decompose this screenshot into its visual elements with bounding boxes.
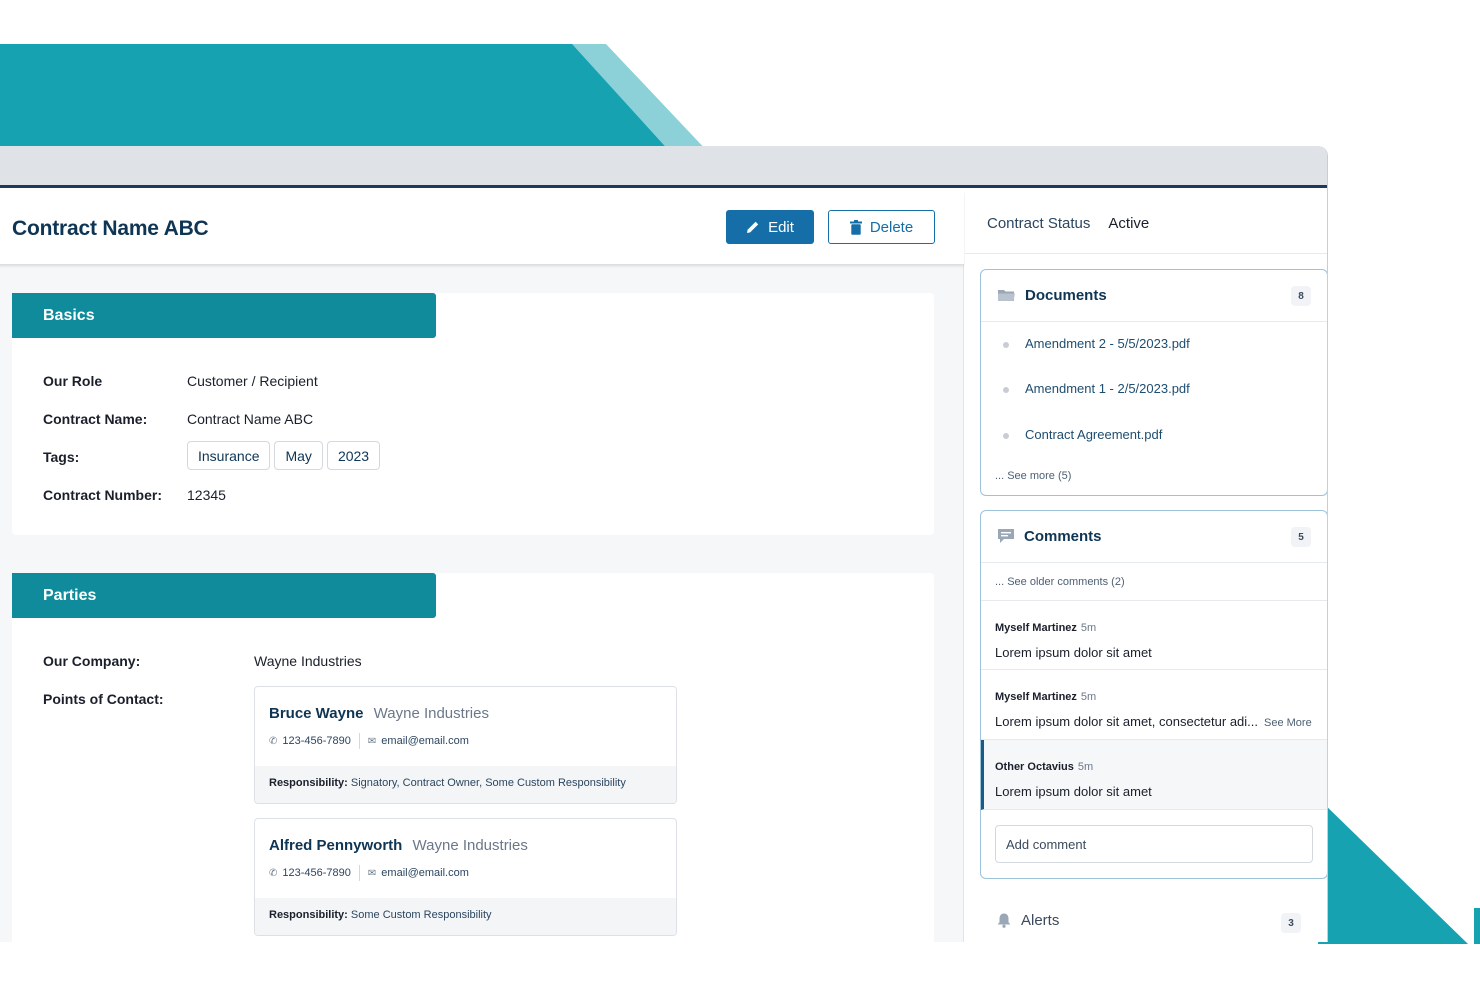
- contract-status-value: Active: [1108, 215, 1150, 232]
- comment-body: Lorem ipsum dolor sit amet: [995, 784, 1152, 799]
- page-title: Contract Name ABC: [12, 217, 209, 240]
- contact-phone[interactable]: 123-456-7890: [282, 867, 351, 879]
- comment-body: Lorem ipsum dolor sit amet: [995, 645, 1152, 660]
- our-role-value: Customer / Recipient: [187, 373, 318, 389]
- comment-item: Myself Martinez 5m Lorem ipsum dolor sit …: [981, 670, 1327, 740]
- tag-chip[interactable]: 2023: [326, 441, 381, 470]
- comments-title: Comments: [1024, 528, 1102, 545]
- comment-time: 5m: [1077, 761, 1094, 773]
- documents-title: Documents: [1025, 287, 1107, 304]
- comment-body: Lorem ipsum dolor sit amet, consectetur …: [995, 714, 1259, 729]
- comments-header[interactable]: Comments 5: [981, 511, 1327, 563]
- contact-company: Wayne Industries: [412, 837, 528, 854]
- delete-button[interactable]: Delete: [828, 210, 935, 244]
- folder-icon: [998, 290, 1015, 301]
- responsibility-value: Signatory, Contract Owner, Some Custom R…: [350, 777, 626, 789]
- documents-panel: Documents 8 Amendment 2 - 5/5/2023.pdf A…: [980, 269, 1327, 496]
- bullet-icon: [1003, 433, 1009, 439]
- app-window: Contract Name ABC Edit Delete Basics Our…: [0, 146, 1328, 942]
- our-company-label: Our Company:: [43, 653, 141, 669]
- phone-icon: ✆: [269, 867, 278, 879]
- contract-status-label: Contract Status: [987, 215, 1091, 232]
- contact-card: Alfred Pennyworth Wayne Industries ✆ 123…: [254, 818, 677, 936]
- comment-author: Myself Martinez: [995, 691, 1077, 703]
- our-company-value: Wayne Industries: [254, 653, 362, 669]
- edit-button-label: Edit: [768, 218, 794, 236]
- see-older-comments-link[interactable]: ... See older comments (2): [995, 576, 1125, 588]
- comment-author: Myself Martinez: [995, 622, 1077, 634]
- contact-card: Bruce Wayne Wayne Industries ✆ 123-456-7…: [254, 686, 677, 804]
- our-role-label: Our Role: [43, 373, 103, 389]
- contact-name[interactable]: Bruce Wayne: [269, 705, 363, 722]
- tag-chip[interactable]: Insurance: [187, 441, 271, 470]
- tags-label: Tags:: [43, 449, 80, 465]
- tag-list: Insurance May 2023: [187, 441, 381, 470]
- contract-name-label: Contract Name:: [43, 411, 148, 427]
- contact-name[interactable]: Alfred Pennyworth: [269, 837, 402, 854]
- responsibility-label: Responsibility:: [269, 777, 348, 789]
- contact-responsibility: Responsibility: Some Custom Responsibili…: [255, 898, 676, 935]
- mail-icon: ✉: [367, 735, 377, 747]
- bullet-icon: [1003, 387, 1009, 393]
- basics-card: Basics Our Role Customer / Recipient Con…: [12, 293, 934, 535]
- comments-count-badge: 5: [1291, 527, 1311, 547]
- divider: [358, 865, 360, 881]
- see-more-documents-link[interactable]: ... See more (5): [995, 470, 1071, 482]
- documents-count-badge: 8: [1291, 286, 1311, 306]
- mail-icon: ✉: [367, 867, 377, 879]
- phone-icon: ✆: [269, 735, 278, 747]
- tag-chip[interactable]: May: [274, 441, 323, 470]
- parties-section-title: Parties: [12, 573, 436, 618]
- decorative-banner-shape: [0, 44, 710, 154]
- bullet-icon: [1003, 342, 1009, 348]
- points-of-contact-label: Points of Contact:: [43, 691, 164, 707]
- comment-time: 5m: [1080, 691, 1097, 703]
- document-link[interactable]: Amendment 1 - 2/5/2023.pdf: [1025, 381, 1190, 396]
- document-link[interactable]: Contract Agreement.pdf: [1025, 427, 1162, 442]
- alerts-title: Alerts: [1021, 912, 1060, 929]
- comment-time: 5m: [1080, 622, 1097, 634]
- basics-section-title: Basics: [12, 293, 436, 338]
- contract-number-label: Contract Number:: [43, 487, 163, 503]
- document-link[interactable]: Amendment 2 - 5/5/2023.pdf: [1025, 336, 1190, 351]
- contract-header: Contract Name ABC Edit Delete: [0, 191, 964, 264]
- comment-item: Myself Martinez 5m Lorem ipsum dolor sit …: [981, 600, 1327, 670]
- pencil-icon: [747, 221, 759, 233]
- contact-email[interactable]: email@email.com: [381, 867, 469, 879]
- contract-name-value: Contract Name ABC: [187, 411, 314, 427]
- responsibility-value: Some Custom Responsibility: [350, 909, 492, 921]
- window-top-bar: [0, 146, 1327, 188]
- alerts-header[interactable]: Alerts: [997, 912, 1059, 929]
- contract-main-pane: Contract Name ABC Edit Delete Basics Our…: [0, 191, 964, 942]
- comment-icon: [998, 529, 1014, 543]
- add-comment-input[interactable]: Add comment: [995, 825, 1313, 863]
- contract-number-value: 12345: [187, 487, 226, 503]
- contact-phone[interactable]: 123-456-7890: [282, 735, 351, 747]
- contract-sidebar: Contract Status Active Documents 8 Amendm…: [965, 191, 1327, 942]
- documents-header[interactable]: Documents 8: [981, 270, 1327, 322]
- alerts-count-badge: 3: [1281, 913, 1301, 933]
- comment-item-highlighted: Other Octavius 5m Lorem ipsum dolor sit a…: [981, 740, 1327, 810]
- decorative-corner-shape: [1318, 798, 1480, 944]
- responsibility-label: Responsibility:: [269, 909, 348, 921]
- parties-card: Parties Our Company: Wayne Industries Po…: [12, 573, 934, 942]
- contract-status: Contract Status Active: [987, 215, 1149, 232]
- edit-button[interactable]: Edit: [726, 210, 814, 244]
- bell-icon: [997, 913, 1011, 928]
- comments-panel: Comments 5 ... See older comments (2) My…: [980, 510, 1327, 879]
- delete-button-label: Delete: [869, 218, 914, 236]
- trash-icon: [849, 219, 862, 235]
- comment-author: Other Octavius: [995, 761, 1074, 773]
- divider: [965, 253, 1327, 254]
- divider: [358, 733, 360, 749]
- contact-responsibility: Responsibility: Signatory, Contract Owne…: [255, 766, 676, 803]
- contact-company: Wayne Industries: [373, 705, 489, 722]
- see-more-comment-link[interactable]: See More: [1264, 717, 1312, 729]
- contact-email[interactable]: email@email.com: [381, 735, 469, 747]
